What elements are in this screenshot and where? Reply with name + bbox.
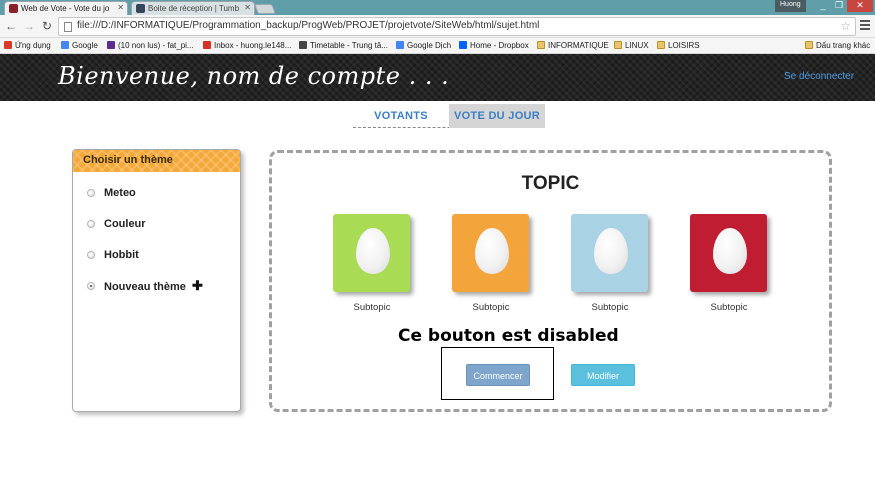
- radio-button[interactable]: [87, 251, 95, 259]
- subtopic-label: Subtopic: [472, 302, 510, 313]
- logout-link[interactable]: Se déconnecter: [784, 71, 854, 82]
- modify-button[interactable]: Modifier: [571, 364, 635, 386]
- url-text: file:///D:/INFORMATIQUE/Programmation_ba…: [77, 20, 540, 31]
- url-input[interactable]: file:///D:/INFORMATIQUE/Programmation_ba…: [58, 17, 856, 36]
- close-window-button[interactable]: ✕: [847, 0, 873, 12]
- google-icon: [61, 41, 69, 49]
- subtopic-card[interactable]: [333, 214, 410, 292]
- bookmark-label: Google Dịch: [407, 41, 452, 50]
- theme-option-label: Couleur: [104, 218, 146, 230]
- main-nav-tabs: VOTANTS VOTE DU JOUR: [353, 102, 545, 128]
- bookmark-label: Google: [72, 41, 98, 50]
- egg-icon: [475, 228, 509, 274]
- subtopic-card[interactable]: [452, 214, 529, 292]
- topic-title: TOPIC: [521, 173, 580, 194]
- bookmark-folder-loisirs[interactable]: LOISIRS: [657, 40, 700, 52]
- bookmark-label: Inbox - huong.le148...: [214, 41, 292, 50]
- tumblr-favicon-icon: [136, 4, 145, 13]
- disabled-note: Ce bouton est disabled: [398, 326, 619, 346]
- close-tab-icon[interactable]: ✕: [244, 3, 251, 12]
- radio-button-checked[interactable]: [87, 282, 95, 290]
- theme-option-couleur[interactable]: Couleur: [87, 217, 146, 231]
- bookmark-google[interactable]: Google: [61, 40, 98, 52]
- dropbox-icon: [459, 41, 467, 49]
- bookmark-label: LOISIRS: [668, 41, 700, 50]
- theme-option-nouveau[interactable]: Nouveau thème ✚: [87, 279, 203, 293]
- bookmark-google-translate[interactable]: Google Dịch: [396, 40, 451, 52]
- welcome-title: Bienvenue, nom de compte . . .: [58, 62, 450, 90]
- bookmark-folder-linux[interactable]: LINUX: [614, 40, 649, 52]
- subtopic-label: Subtopic: [353, 302, 391, 313]
- folder-icon: [537, 41, 545, 49]
- address-bar-row: ← → ↻ file:///D:/INFORMATIQUE/Programmat…: [0, 15, 875, 38]
- radio-button[interactable]: [87, 189, 95, 197]
- bookmark-gmail[interactable]: Inbox - huong.le148...: [203, 40, 291, 52]
- close-tab-icon[interactable]: ✕: [117, 3, 124, 12]
- site-header: Bienvenue, nom de compte . . . Se déconn…: [0, 54, 875, 101]
- browser-menu-icon[interactable]: [860, 20, 870, 32]
- folder-icon: [805, 41, 813, 49]
- browser-tab-inbox[interactable]: Boite de réception | Tumb ✕: [131, 1, 255, 15]
- theme-option-meteo[interactable]: Meteo: [87, 186, 136, 200]
- subtopic-card[interactable]: [571, 214, 648, 292]
- google-translate-icon: [396, 41, 404, 49]
- theme-option-label: Nouveau thème: [104, 281, 186, 293]
- theme-option-label: Hobbit: [104, 249, 139, 261]
- start-button[interactable]: Commencer: [466, 364, 530, 386]
- profile-badge[interactable]: Huong: [775, 0, 806, 12]
- new-tab-button[interactable]: [254, 4, 276, 14]
- bookmark-label: Home - Dropbox: [470, 41, 529, 50]
- bookmark-apps[interactable]: Ứng dụng: [4, 40, 51, 52]
- tab-vote-du-jour[interactable]: VOTE DU JOUR: [449, 104, 545, 128]
- bookmark-label: INFORMATIQUE: [548, 41, 609, 50]
- yahoo-mail-icon: [107, 41, 115, 49]
- bookmark-label: LINUX: [625, 41, 649, 50]
- gmail-icon: [203, 41, 211, 49]
- theme-option-label: Meteo: [104, 187, 136, 199]
- subtopic-label: Subtopic: [710, 302, 748, 313]
- browser-tab-vote[interactable]: Web de Vote - Vote du jo ✕: [4, 1, 128, 15]
- timetable-icon: [299, 41, 307, 49]
- egg-icon: [356, 228, 390, 274]
- bookmarks-bar: Ứng dụng Google (10 non lus) - fat_pi...…: [0, 38, 875, 54]
- egg-icon: [713, 228, 747, 274]
- bookmark-star-icon[interactable]: ☆: [840, 19, 851, 33]
- tab-title: Boite de réception | Tumb: [148, 4, 240, 13]
- folder-icon: [657, 41, 665, 49]
- bookmark-folder-informatique[interactable]: INFORMATIQUE: [537, 40, 609, 52]
- theme-panel-title: Choisir un thème: [73, 150, 240, 172]
- bookmark-label: Timetable - Trung tâ...: [310, 41, 388, 50]
- bookmark-label: Dấu trang khác: [816, 41, 871, 50]
- folder-icon: [614, 41, 622, 49]
- minimize-button[interactable]: _: [815, 0, 831, 12]
- tab-votants[interactable]: VOTANTS: [353, 104, 449, 128]
- site-favicon-icon: [9, 4, 18, 13]
- egg-icon: [594, 228, 628, 274]
- theme-panel: Choisir un thème Meteo Couleur Hobbit No…: [72, 149, 241, 412]
- reload-icon[interactable]: ↻: [40, 19, 54, 33]
- bookmark-label: Ứng dụng: [15, 41, 51, 50]
- topic-panel: TOPIC Subtopic Subtopic Subtopic Subtopi…: [269, 150, 832, 412]
- bookmark-label: (10 non lus) - fat_pi...: [118, 41, 194, 50]
- subtopic-label: Subtopic: [591, 302, 629, 313]
- bookmark-yahoo-mail[interactable]: (10 non lus) - fat_pi...: [107, 40, 194, 52]
- restore-button[interactable]: ❐: [831, 0, 847, 12]
- bookmark-timetable[interactable]: Timetable - Trung tâ...: [299, 40, 388, 52]
- bookmark-folder-other[interactable]: Dấu trang khác: [805, 40, 870, 52]
- apps-grid-icon: [4, 41, 12, 49]
- radio-button[interactable]: [87, 220, 95, 228]
- bookmark-dropbox[interactable]: Home - Dropbox: [459, 40, 529, 52]
- page-icon: [64, 22, 72, 32]
- plus-icon[interactable]: ✚: [192, 278, 203, 293]
- tab-title: Web de Vote - Vote du jo: [21, 4, 110, 13]
- theme-option-hobbit[interactable]: Hobbit: [87, 248, 139, 262]
- forward-arrow-icon[interactable]: →: [22, 19, 36, 33]
- browser-tab-bar: Web de Vote - Vote du jo ✕ Boite de réce…: [0, 0, 875, 15]
- subtopic-card[interactable]: [690, 214, 767, 292]
- back-arrow-icon[interactable]: ←: [4, 19, 18, 33]
